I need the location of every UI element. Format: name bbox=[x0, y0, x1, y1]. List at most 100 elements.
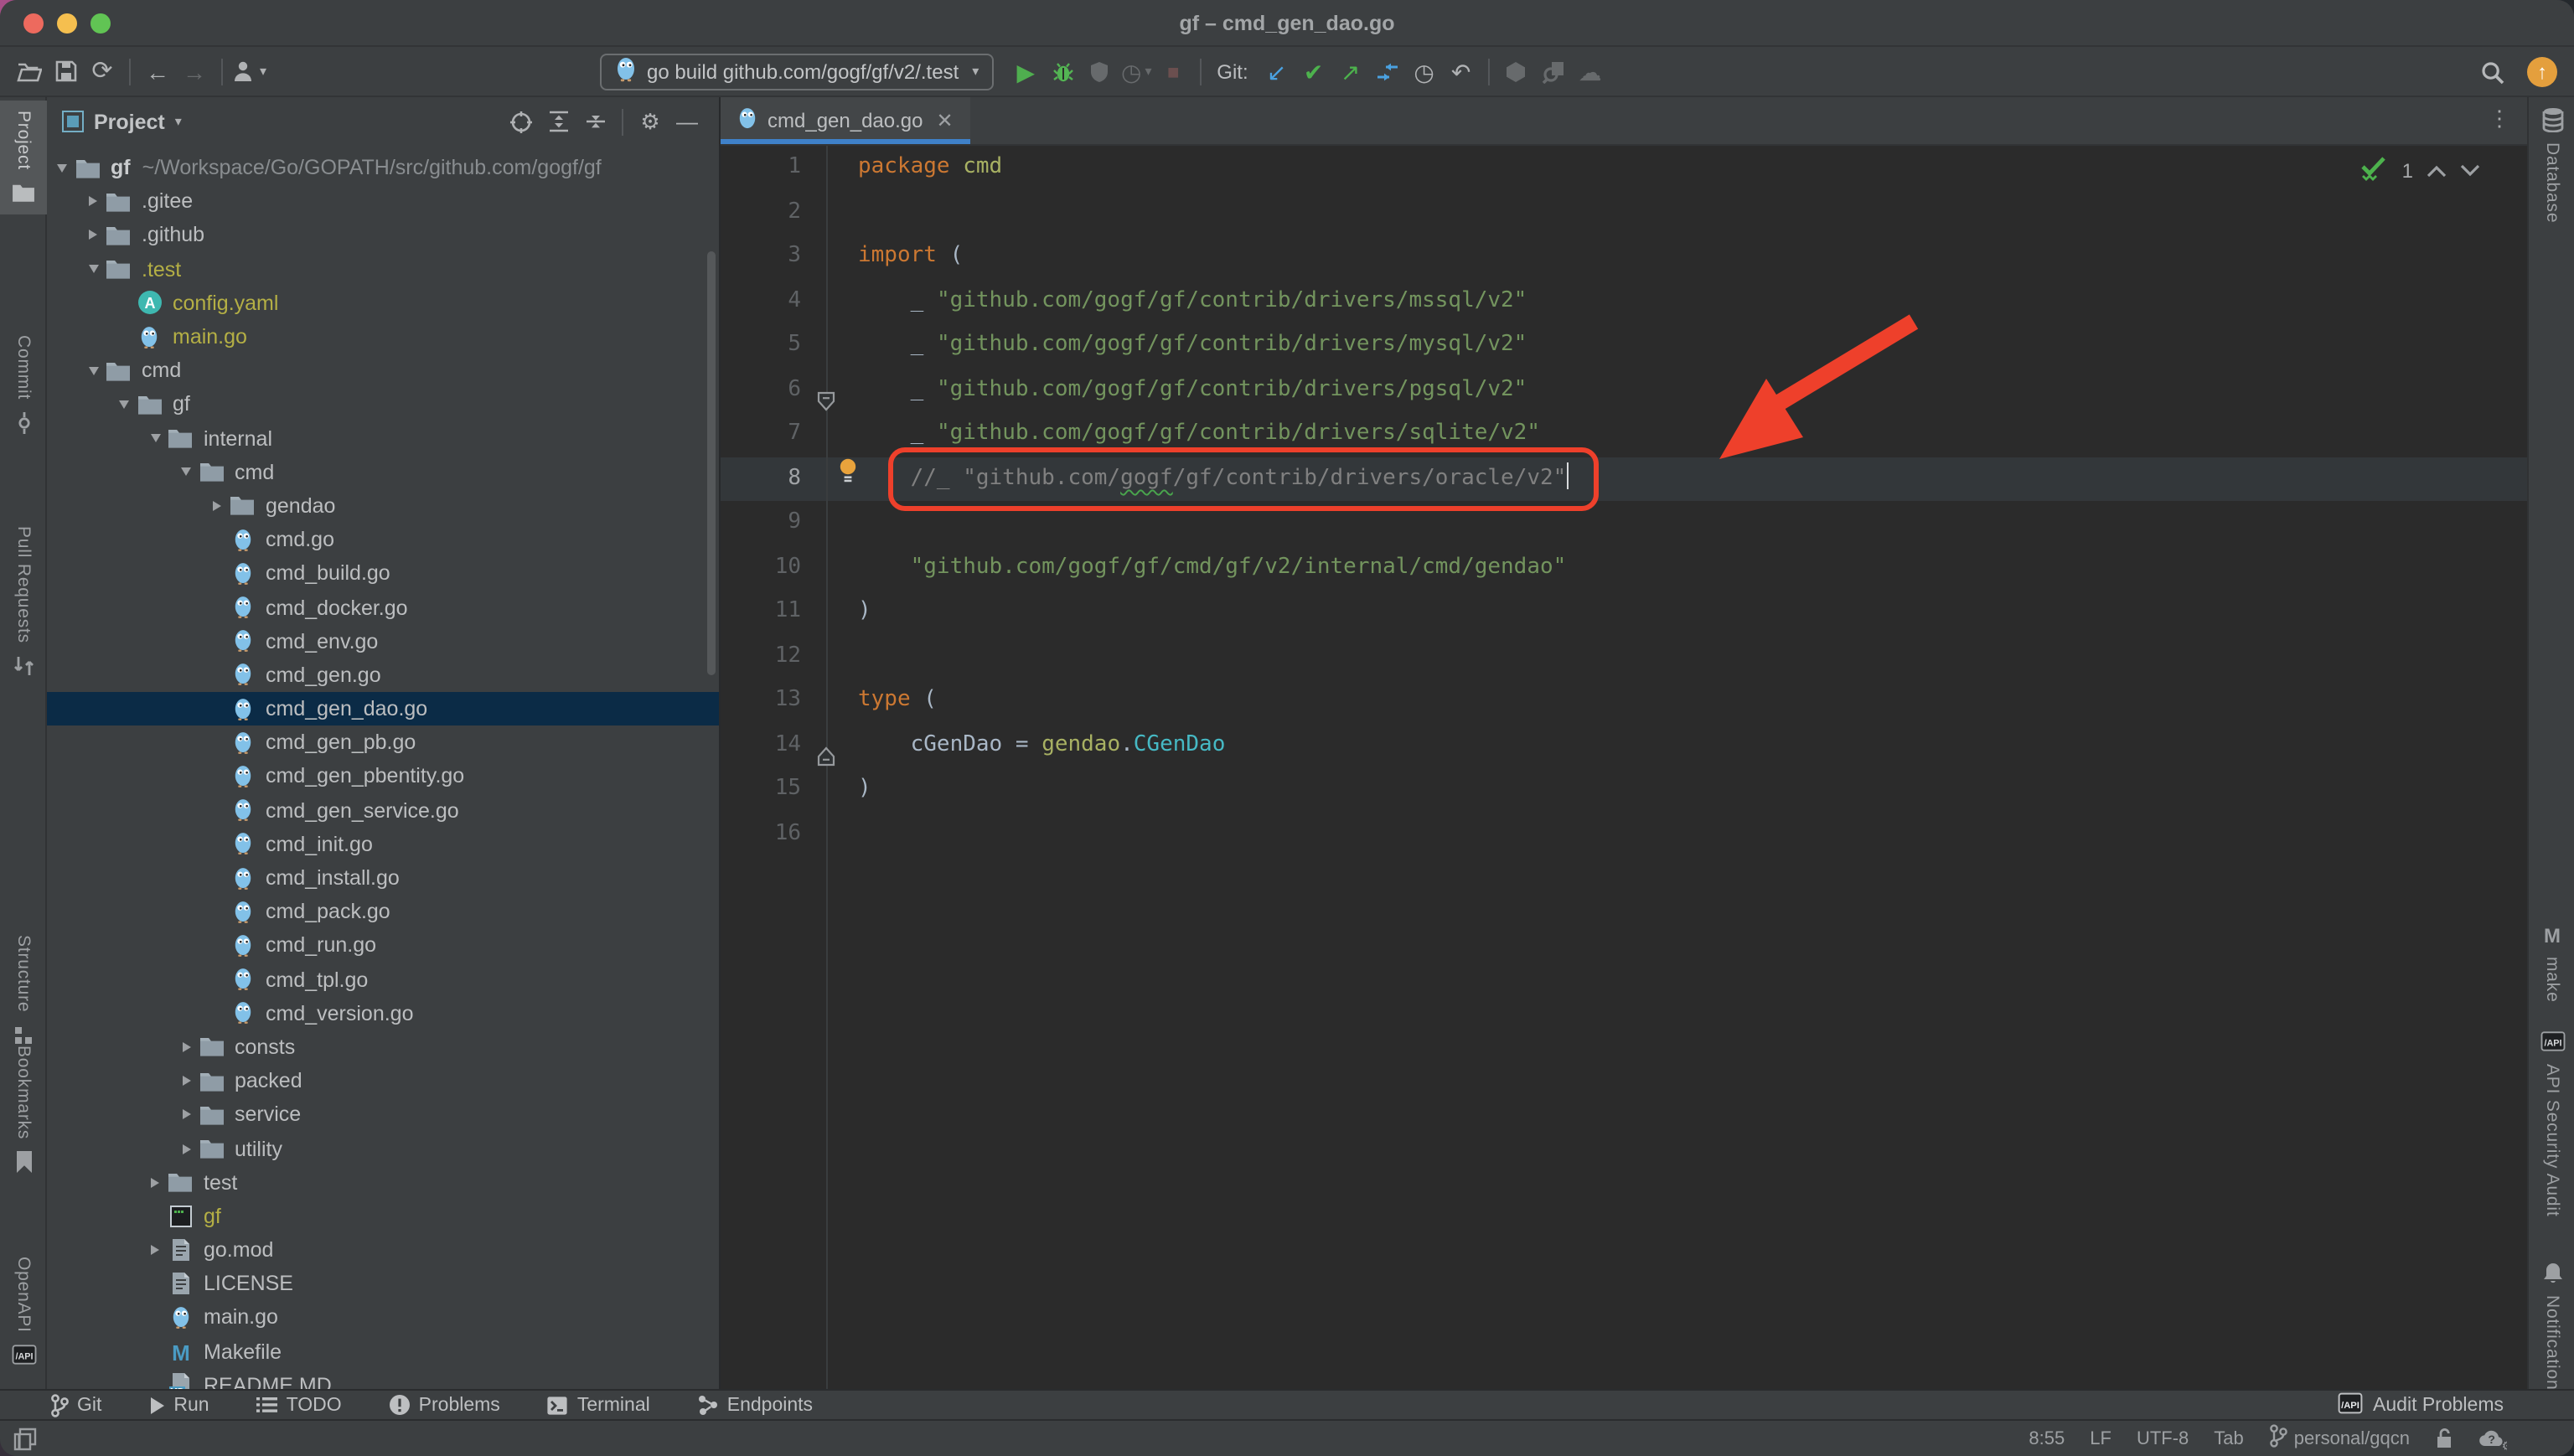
tool-window-button-bookmarks[interactable]: Bookmarks bbox=[0, 1035, 47, 1185]
expand-all-icon[interactable] bbox=[540, 103, 576, 140]
tree-item-gf[interactable]: gf bbox=[47, 388, 719, 421]
git-push-icon[interactable]: ↗ bbox=[1332, 53, 1369, 90]
code-line-3[interactable]: 3import ( bbox=[721, 235, 2527, 279]
gear-icon[interactable]: ⚙ bbox=[632, 103, 669, 140]
tree-item-main-go[interactable]: main.go bbox=[47, 1301, 719, 1335]
chevron-down-icon[interactable] bbox=[174, 468, 198, 477]
rollback-icon[interactable]: ↶ bbox=[1443, 53, 1480, 90]
caret-position[interactable]: 8:55 bbox=[2029, 1428, 2065, 1448]
code-line-15[interactable]: 15) bbox=[721, 767, 2527, 812]
audit-problems-button[interactable]: /API Audit Problems bbox=[2338, 1391, 2504, 1418]
tree-item-cmd-install-go[interactable]: cmd_install.go bbox=[47, 861, 719, 895]
chevron-down-icon[interactable] bbox=[50, 163, 74, 172]
tree-item-cmd-gen-service-go[interactable]: cmd_gen_service.go bbox=[47, 793, 719, 827]
tree-item-gendao[interactable]: gendao bbox=[47, 489, 719, 523]
indent-style[interactable]: Tab bbox=[2214, 1428, 2244, 1448]
save-icon[interactable] bbox=[47, 53, 84, 90]
bottom-tool-terminal[interactable]: Terminal bbox=[547, 1395, 650, 1415]
tree-item-test[interactable]: test bbox=[47, 1165, 719, 1199]
code-line-1[interactable]: 1package cmd bbox=[721, 146, 2527, 190]
code-line-4[interactable]: 4 _ "github.com/gogf/gf/contrib/drivers/… bbox=[721, 279, 2527, 323]
tree-item-cmd[interactable]: cmd bbox=[47, 455, 719, 488]
unlock-icon[interactable] bbox=[2435, 1428, 2453, 1449]
chevron-down-icon[interactable]: ▾ bbox=[175, 114, 182, 129]
tree-item-cmd-build-go[interactable]: cmd_build.go bbox=[47, 557, 719, 591]
intention-bulb-icon[interactable] bbox=[838, 457, 858, 491]
chevron-right-icon[interactable] bbox=[143, 1177, 167, 1187]
project-panel-title[interactable]: Project bbox=[94, 110, 165, 133]
code-editor[interactable]: 1 1package cmd23import (4 _ "github.com/… bbox=[721, 146, 2527, 1389]
code-line-5[interactable]: 5 _ "github.com/gogf/gf/contrib/drivers/… bbox=[721, 323, 2527, 368]
chevron-right-icon[interactable] bbox=[81, 230, 105, 240]
tab-cmd-gen-dao[interactable]: cmd_gen_dao.go ✕ bbox=[721, 97, 970, 144]
tool-window-button-database[interactable]: Database bbox=[2529, 97, 2574, 233]
run-with-coverage-icon[interactable] bbox=[1081, 53, 1118, 90]
tree-item-cmd-run-go[interactable]: cmd_run.go bbox=[47, 929, 719, 963]
tree-item-cmd-docker-go[interactable]: cmd_docker.go bbox=[47, 591, 719, 624]
tree-item-cmd-tpl-go[interactable]: cmd_tpl.go bbox=[47, 963, 719, 996]
code-line-14[interactable]: 14 cGenDao = gendao.CGenDao bbox=[721, 723, 2527, 767]
tree-item-cmd-pack-go[interactable]: cmd_pack.go bbox=[47, 895, 719, 928]
tree-item-gf[interactable]: gf~/Workspace/Go/GOPATH/src/github.com/g… bbox=[47, 151, 719, 184]
search-everywhere-icon[interactable] bbox=[2473, 54, 2510, 90]
tree-item-packed[interactable]: packed bbox=[47, 1064, 719, 1097]
tool-window-button-notifications[interactable]: Notifications bbox=[2529, 1250, 2574, 1410]
chevron-right-icon[interactable] bbox=[205, 501, 229, 511]
debug-button[interactable] bbox=[1044, 53, 1081, 90]
chevron-right-icon[interactable] bbox=[81, 197, 105, 207]
tree-item--test[interactable]: .test bbox=[47, 252, 719, 286]
tool-window-button-commit[interactable]: Commit bbox=[0, 325, 47, 445]
next-problem-icon[interactable] bbox=[2460, 159, 2480, 183]
tree-item-main-go[interactable]: main.go bbox=[47, 320, 719, 354]
tool-window-button-project[interactable]: Project bbox=[0, 101, 47, 215]
prev-problem-icon[interactable] bbox=[2427, 159, 2447, 183]
collapse-all-icon[interactable] bbox=[576, 103, 613, 140]
profiler-icon[interactable]: ◷▾ bbox=[1118, 53, 1155, 90]
bottom-tool-git[interactable]: Git bbox=[50, 1393, 101, 1417]
code-line-11[interactable]: 11) bbox=[721, 590, 2527, 634]
tree-item--github[interactable]: .github bbox=[47, 219, 719, 252]
chevron-down-icon[interactable] bbox=[81, 366, 105, 374]
git-update-icon[interactable]: ↙ bbox=[1259, 53, 1295, 90]
stop-icon[interactable]: ■ bbox=[1155, 53, 1191, 90]
tree-item-consts[interactable]: consts bbox=[47, 1030, 719, 1064]
project-scrollbar[interactable] bbox=[707, 251, 716, 675]
tree-item-cmd-go[interactable]: cmd.go bbox=[47, 523, 719, 556]
forward-icon[interactable]: → bbox=[176, 53, 213, 90]
close-icon[interactable]: ✕ bbox=[937, 109, 954, 132]
inspections-widget[interactable]: 1 bbox=[2360, 156, 2480, 186]
tool-window-button-openapi[interactable]: OpenAPI/API bbox=[0, 1247, 47, 1378]
tool-window-button-make[interactable]: Mmake bbox=[2529, 911, 2574, 1013]
file-encoding[interactable]: UTF-8 bbox=[2137, 1428, 2189, 1448]
chevron-right-icon[interactable] bbox=[174, 1144, 198, 1154]
code-line-2[interactable]: 2 bbox=[721, 190, 2527, 235]
code-line-16[interactable]: 16 bbox=[721, 812, 2527, 856]
chevron-right-icon[interactable] bbox=[174, 1076, 198, 1086]
git-branch-widget[interactable]: personal/gqcn bbox=[2269, 1424, 2410, 1453]
code-line-13[interactable]: 13type ( bbox=[721, 679, 2527, 723]
code-line-6[interactable]: 6 _ "github.com/gogf/gf/contrib/drivers/… bbox=[721, 368, 2527, 412]
line-separator[interactable]: LF bbox=[2090, 1428, 2111, 1448]
tool-window-button-api-security-audit[interactable]: /APIAPI Security Audit bbox=[2529, 1019, 2574, 1227]
sync-icon[interactable]: ⟳ bbox=[84, 53, 121, 90]
cloud-icon[interactable]: ☁ bbox=[1572, 53, 1609, 90]
chevron-down-icon[interactable] bbox=[81, 265, 105, 273]
tree-item-cmd[interactable]: cmd bbox=[47, 354, 719, 387]
back-icon[interactable]: ← bbox=[139, 53, 176, 90]
chevron-down-icon[interactable] bbox=[112, 400, 136, 409]
hide-panel-icon[interactable]: — bbox=[669, 103, 706, 140]
tree-item-cmd-gen-dao-go[interactable]: cmd_gen_dao.go bbox=[47, 692, 719, 725]
tree-item-cmd-env-go[interactable]: cmd_env.go bbox=[47, 624, 719, 658]
tree-item-cmd-version-go[interactable]: cmd_version.go bbox=[47, 996, 719, 1030]
open-icon[interactable] bbox=[10, 53, 47, 90]
run-configuration-select[interactable]: go build github.com/gogf/gf/v2/.test ▾ bbox=[600, 53, 994, 90]
tree-item-utility[interactable]: utility bbox=[47, 1132, 719, 1165]
fold-start-icon[interactable] bbox=[816, 390, 836, 419]
tree-item-cmd-gen-pb-go[interactable]: cmd_gen_pb.go bbox=[47, 725, 719, 759]
tree-item-cmd-init-go[interactable]: cmd_init.go bbox=[47, 828, 719, 861]
bottom-tool-problems[interactable]: Problems bbox=[389, 1394, 500, 1416]
ide-update-icon[interactable]: ↑ bbox=[2527, 57, 2557, 87]
tree-item-service[interactable]: service bbox=[47, 1098, 719, 1132]
git-merge-icon[interactable] bbox=[1369, 53, 1406, 90]
tree-item-config-yaml[interactable]: Aconfig.yaml bbox=[47, 287, 719, 320]
